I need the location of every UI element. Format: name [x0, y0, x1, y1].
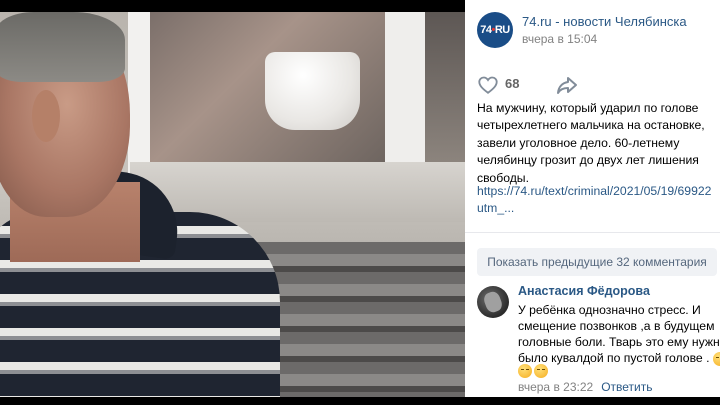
comment-body: У ребёнка однозначно стресс. И смещение … [518, 303, 720, 365]
emoji-icon [712, 351, 720, 366]
emoji-icon [534, 363, 548, 378]
post-header: 74 • RU 74.ru - новости Челябинска вчера в… [477, 12, 717, 52]
man-hair [0, 12, 125, 82]
commenter-name[interactable]: Анастасия Фёдорова [518, 284, 650, 298]
comment-emoji-line [518, 362, 550, 378]
comment-text: У ребёнка однозначно стресс. И смещение … [518, 302, 720, 366]
reply-button[interactable]: Ответить [601, 380, 652, 394]
man-ear [32, 90, 60, 142]
post-photo[interactable] [0, 12, 465, 397]
post-link-line1[interactable]: https://74.ru/text/criminal/2021/05/19/6… [477, 183, 720, 200]
comment-meta: вчера в 23:22 Ответить [518, 380, 652, 394]
post-text: На мужчину, который ударил по голове чет… [477, 101, 705, 185]
show-previous-comments-button[interactable]: Показать предыдущие 32 комментария [477, 248, 717, 276]
photo-viewer[interactable] [0, 0, 465, 405]
post-time[interactable]: вчера в 15:04 [522, 32, 597, 46]
flower-pot [265, 52, 360, 130]
post-actions: 68 [477, 74, 707, 96]
post-panel: 74 • RU 74.ru - новости Челябинска вчера в… [465, 0, 720, 405]
post-link[interactable]: https://74.ru/text/criminal/2021/05/19/6… [477, 183, 720, 218]
avatar-number: 74 [480, 24, 492, 36]
emoji-icon [518, 363, 532, 378]
comment: Анастасия Фёдорова У ребёнка однозначно … [477, 284, 720, 399]
bottom-strip [465, 397, 720, 405]
community-avatar[interactable]: 74 • RU [477, 12, 513, 48]
likes-count[interactable]: 68 [505, 76, 519, 91]
window-pillar [385, 12, 425, 182]
divider [465, 232, 720, 233]
avatar-suffix: RU [494, 24, 510, 36]
commenter-avatar[interactable] [477, 286, 509, 318]
share-arrow-icon[interactable] [555, 74, 579, 96]
post-author-link[interactable]: 74.ru - новости Челябинска [522, 14, 687, 29]
post-link-line2[interactable]: utm_... [477, 200, 720, 217]
comment-time[interactable]: вчера в 23:22 [518, 380, 593, 394]
heart-icon[interactable] [477, 74, 499, 96]
window-glass-right [425, 12, 465, 172]
